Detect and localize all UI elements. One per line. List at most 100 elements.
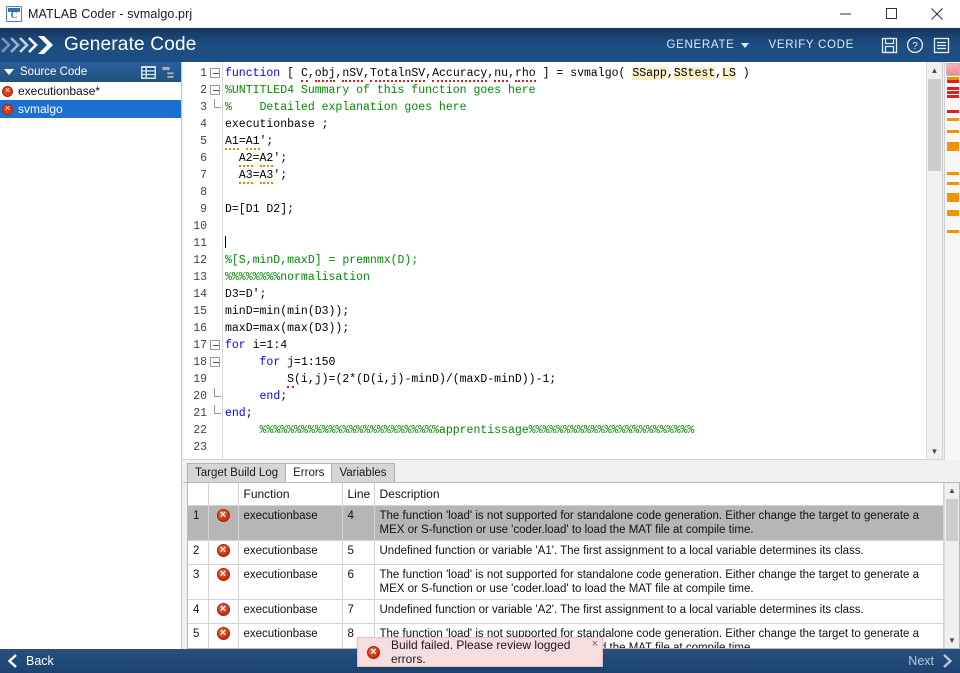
errors-grid-body[interactable]: Function Line Description 1 executionbase… — [188, 483, 944, 648]
close-icon[interactable]: × — [592, 638, 598, 650]
marker-summary-box[interactable] — [946, 63, 960, 76]
fold-empty — [209, 133, 223, 150]
collapse-triangle-icon[interactable] — [4, 69, 14, 75]
fold-toggle-icon[interactable] — [209, 337, 223, 354]
bottom-panel-tabs: Target Build Log Errors Variables — [183, 461, 960, 483]
code-line[interactable]: maxD=max(max(D3)); — [225, 320, 926, 337]
editor-vertical-scrollbar[interactable]: ▲ ▼ — [926, 62, 942, 459]
marker-error[interactable] — [947, 91, 959, 94]
verify-code-button[interactable]: VERIFY CODE — [759, 28, 864, 62]
marker-warning[interactable] — [947, 118, 959, 121]
fold-toggle-icon[interactable] — [209, 82, 223, 99]
fold-toggle-icon[interactable] — [209, 65, 223, 82]
marker-error[interactable] — [947, 87, 959, 90]
column-header-line[interactable]: Line — [342, 483, 375, 506]
marker-warning[interactable] — [947, 148, 959, 151]
list-view-icon[interactable] — [140, 65, 157, 80]
marker-warning[interactable] — [947, 182, 959, 185]
column-header-description[interactable]: Description — [374, 483, 944, 506]
code-line[interactable]: function [ C,obj,nSV,TotalnSV,Accuracy,n… — [225, 65, 926, 82]
code-line[interactable]: D3=D'; — [225, 286, 926, 303]
marker-warning[interactable] — [947, 172, 959, 175]
marker-warning[interactable] — [947, 213, 959, 216]
code-area[interactable]: 1 2 3 4 5 6 7 8 9 10 11 12 13 14 15 16 17 18 19 20 21 22 23 fu… — [183, 62, 926, 459]
code-line[interactable] — [225, 439, 926, 456]
fold-end-marker[interactable] — [209, 99, 223, 116]
line-number: 4 — [200, 118, 207, 131]
code-line[interactable]: %%%%%%%%%%%%%%%%%%%%%%%%%%apprentissage%… — [225, 422, 926, 439]
code-line[interactable]: % Detailed explanation goes here — [225, 99, 926, 116]
marker-error[interactable] — [947, 110, 959, 113]
column-header-index[interactable] — [188, 483, 209, 506]
table-row[interactable]: 3 executionbase6The function 'load' is no… — [188, 564, 944, 600]
scroll-up-icon[interactable]: ▲ — [927, 62, 942, 78]
code-line[interactable]: executionbase ; — [225, 116, 926, 133]
editor-marker-strip[interactable] — [944, 62, 960, 460]
marker-warning[interactable] — [947, 199, 959, 202]
code-line[interactable]: %[S,minD,maxD] = premnmx(D); — [225, 252, 926, 269]
back-button[interactable]: Back — [0, 653, 54, 669]
code-fold-column[interactable] — [209, 62, 223, 459]
code-line[interactable]: S(i,j)=(2*(D(i,j)-minD)/(maxD-minD))-1; — [225, 371, 926, 388]
save-icon[interactable] — [876, 28, 902, 62]
next-button[interactable]: Next — [908, 653, 960, 669]
row-index: 4 — [188, 599, 209, 624]
code-line[interactable]: for j=1:150 — [225, 354, 926, 371]
tab-target-build-log[interactable]: Target Build Log — [187, 463, 287, 482]
code-line[interactable]: end; — [225, 388, 926, 405]
fold-end-marker[interactable] — [209, 405, 223, 422]
tab-variables[interactable]: Variables — [331, 463, 395, 482]
generate-menu-button[interactable]: GENERATE — [657, 28, 759, 62]
row-description: The function 'load' is not supported for… — [374, 505, 944, 541]
errors-vertical-scrollbar[interactable]: ▲ ▼ — [944, 483, 959, 648]
marker-error[interactable] — [947, 80, 959, 83]
sidebar-header[interactable]: Source Code — [0, 62, 181, 82]
errors-grid[interactable]: Function Line Description 1 executionbase… — [187, 483, 960, 649]
scroll-up-icon[interactable]: ▲ — [945, 483, 959, 498]
error-icon — [216, 543, 230, 557]
row-description: The function 'load' is not supported for… — [374, 564, 944, 600]
row-index: 2 — [188, 540, 209, 565]
marker-warning[interactable] — [947, 77, 959, 80]
code-line[interactable] — [225, 184, 926, 201]
tab-errors[interactable]: Errors — [285, 463, 333, 482]
fold-end-marker[interactable] — [209, 388, 223, 405]
title-bar: MATLAB Coder - svmalgo.prj — [0, 0, 960, 28]
code-line[interactable]: A2=A2'; — [225, 150, 926, 167]
code-line[interactable]: minD=min(min(D3)); — [225, 303, 926, 320]
close-button[interactable] — [914, 0, 960, 28]
line-number-gutter: 1 2 3 4 5 6 7 8 9 10 11 12 13 14 15 16 17 18 19 20 21 22 23 — [183, 62, 207, 459]
scrollbar-thumb[interactable] — [928, 79, 941, 171]
code-line[interactable] — [225, 235, 926, 252]
code-line[interactable]: D=[D1 D2]; — [225, 201, 926, 218]
fold-toggle-icon[interactable] — [209, 354, 223, 371]
maximize-button[interactable] — [868, 0, 914, 28]
column-header-function[interactable]: Function — [238, 483, 343, 506]
menu-icon[interactable] — [928, 28, 954, 62]
scroll-down-icon[interactable]: ▼ — [927, 443, 942, 459]
row-status-cell — [208, 623, 239, 648]
code-line[interactable] — [225, 218, 926, 235]
table-row[interactable]: 2 executionbase5Undefined function or var… — [188, 540, 944, 565]
scrollbar-thumb[interactable] — [946, 499, 958, 541]
code-line[interactable]: for i=1:4 — [225, 337, 926, 354]
scroll-down-icon[interactable]: ▼ — [945, 633, 959, 648]
code-line[interactable]: A1=A1'; — [225, 133, 926, 150]
code-line[interactable]: %%%%%%%%normalisation — [225, 269, 926, 286]
table-row[interactable]: 1 executionbase4The function 'load' is no… — [188, 505, 944, 541]
tree-view-icon[interactable] — [160, 65, 177, 80]
table-row[interactable]: 4 executionbase7Undefined function or var… — [188, 599, 944, 624]
help-icon[interactable]: ? — [902, 28, 928, 62]
marker-warning[interactable] — [947, 130, 959, 133]
code-line[interactable]: A3=A3'; — [225, 167, 926, 184]
marker-warning[interactable] — [947, 230, 959, 233]
minimize-button[interactable] — [822, 0, 868, 28]
sidebar-item-svmalgo[interactable]: svmalgo — [0, 100, 181, 118]
marker-error[interactable] — [947, 95, 959, 98]
code-text[interactable]: function [ C,obj,nSV,TotalnSV,Accuracy,n… — [225, 62, 926, 459]
sidebar-item-executionbase[interactable]: executionbase* — [0, 82, 181, 100]
code-line[interactable]: %UNTITLED4 Summary of this function goes… — [225, 82, 926, 99]
code-line[interactable]: end; — [225, 405, 926, 422]
column-header-icon[interactable] — [208, 483, 239, 506]
code-editor[interactable]: 1 2 3 4 5 6 7 8 9 10 11 12 13 14 15 16 17 18 19 20 21 22 23 fu… — [183, 62, 943, 460]
